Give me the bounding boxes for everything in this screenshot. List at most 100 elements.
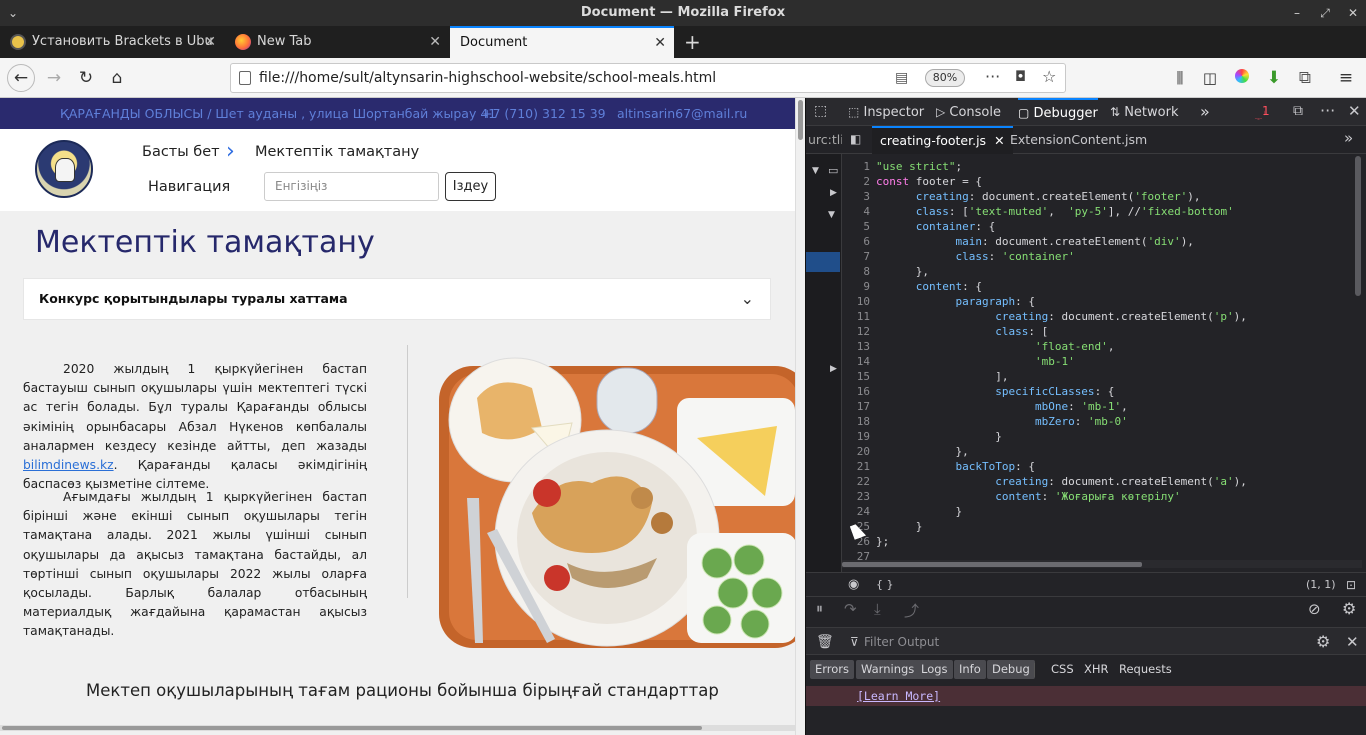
code-line[interactable]: 1 "use strict"; [842,159,1352,174]
bookmark-star-icon[interactable]: ☆ [1042,67,1056,86]
tree-collapse-icon[interactable]: ▶ [830,188,837,198]
filter-info[interactable]: Info [954,660,986,679]
trash-icon[interactable]: 🗑 [816,628,834,656]
dock-side-icon[interactable]: ⧉ [1293,103,1303,119]
selected-source-row[interactable] [806,252,840,272]
code-line[interactable]: 23 content: 'Жоғарыға көтерілу' [842,489,1352,504]
extension-color-icon[interactable] [1230,66,1254,90]
close-window-icon[interactable]: ✕ [1342,0,1364,26]
code-line[interactable]: 12 class: [ [842,324,1352,339]
reload-icon[interactable]: ↻ [74,66,98,90]
screenshot-icon[interactable]: ⧉ [1293,66,1317,90]
home-icon[interactable]: ⌂ [105,66,129,90]
window-menu-icon[interactable]: ⌄ [2,0,24,26]
sidebar-icon[interactable]: ◫ [1198,66,1222,90]
code-line[interactable]: 18 mbZero: 'mb-0' [842,414,1352,429]
pocket-icon[interactable]: ◘ [1015,69,1026,85]
close-tab-icon[interactable]: ✕ [204,26,216,58]
hamburger-menu-icon[interactable]: ≡ [1334,66,1358,90]
code-line[interactable]: 14 'mb-1' [842,354,1352,369]
url-bar[interactable]: file:///home/sult/altynsarin-highschool-… [230,63,1066,93]
code-line[interactable]: 8 }, [842,264,1352,279]
learn-more-link[interactable]: [Learn More] [857,686,940,706]
step-out-icon[interactable]: ⤴ [904,600,919,621]
code-line[interactable]: 17 mbOne: 'mb-1', [842,399,1352,414]
line-number[interactable]: 10 [842,294,870,309]
chevron-down-icon[interactable]: ⌄ [741,279,754,319]
search-button[interactable]: Іздеу [445,172,496,201]
filter-logs[interactable]: Logs [916,660,953,679]
deactivate-breakpoints-icon[interactable]: ⊘ [1308,600,1321,618]
line-number[interactable]: 13 [842,339,870,354]
close-tab-icon[interactable]: ✕ [429,26,441,58]
line-number[interactable]: 12 [842,324,870,339]
email-link[interactable]: altinsarin67@mail.ru [617,98,747,129]
line-number[interactable]: 18 [842,414,870,429]
code-line[interactable]: 9 content: { [842,279,1352,294]
tab-new-tab[interactable]: New Tab ✕ [225,26,449,58]
code-vertical-scrollbar[interactable] [1354,156,1363,556]
close-console-icon[interactable]: ✕ [1346,628,1359,656]
line-number[interactable]: 6 [842,234,870,249]
filter-errors[interactable]: Errors [810,660,855,679]
accordion-header[interactable]: Конкурс қорытындылары туралы хаттама ⌄ [23,278,771,320]
filter-requests[interactable]: Requests [1114,660,1177,679]
reader-view-icon[interactable]: ▤ [895,70,908,86]
line-number[interactable]: 16 [842,384,870,399]
tab-debugger[interactable]: ▢ Debugger [1018,98,1098,126]
school-logo[interactable] [35,140,93,198]
line-number[interactable]: 24 [842,504,870,519]
step-in-icon[interactable]: ⤓ [874,600,881,618]
pause-icon[interactable]: ⏸ [816,601,823,617]
page-vertical-scrollbar[interactable] [795,98,805,735]
tab-brackets[interactable]: Установить Brackets в Ubu ✕ [0,26,224,58]
code-line[interactable]: 4 class: ['text-muted', 'py-5'], //'fixe… [842,204,1352,219]
filter-warnings[interactable]: Warnings [856,660,920,679]
line-number[interactable]: 8 [842,264,870,279]
line-number[interactable]: 23 [842,489,870,504]
code-line[interactable]: 3 creating: document.createElement('foot… [842,189,1352,204]
code-line[interactable]: 19 } [842,429,1352,444]
close-file-tab-icon[interactable]: ✕ [994,133,1004,148]
code-line[interactable]: 16 specificCLasses: { [842,384,1352,399]
line-number[interactable]: 4 [842,204,870,219]
code-line[interactable]: 13 'float-end', [842,339,1352,354]
code-line[interactable]: 22 creating: document.createElement('a')… [842,474,1352,489]
filter-debug[interactable]: Debug [987,660,1035,679]
line-number[interactable]: 15 [842,369,870,384]
close-devtools-icon[interactable]: ✕ [1348,102,1361,120]
page-info-icon[interactable] [239,71,251,85]
code-horizontal-scrollbar[interactable] [842,560,1362,568]
address-link[interactable]: ҚАРАҒАНДЫ ОБЛЫСЫ / Шет ауданы , улица Шо… [60,98,496,129]
minimize-icon[interactable]: – [1286,0,1308,26]
maximize-icon[interactable]: ⤢ [1314,0,1336,26]
code-line[interactable]: 5 container: { [842,219,1352,234]
close-tab-icon[interactable]: ✕ [654,28,666,58]
tab-creating-footer-js[interactable]: creating-footer.js ✕ [872,126,1013,154]
bilimdinews-link[interactable]: bilimdinews.kz [23,458,114,472]
code-line[interactable]: 6 main: document.createElement('div'), [842,234,1352,249]
line-number[interactable]: 5 [842,219,870,234]
eye-icon[interactable]: ◉ [848,573,859,597]
back-arrow-icon[interactable]: ← [7,64,35,92]
forward-arrow-icon[interactable]: → [42,66,66,90]
tree-expand-icon[interactable]: ▼ [812,166,819,176]
line-number[interactable]: 22 [842,474,870,489]
more-tabs-icon[interactable]: » [1200,98,1210,126]
line-number[interactable]: 11 [842,309,870,324]
code-line[interactable]: 26}; [842,534,1352,549]
line-number[interactable]: 17 [842,399,870,414]
line-number[interactable]: 21 [842,459,870,474]
line-number[interactable]: 7 [842,249,870,264]
console-settings-gear-icon[interactable]: ⚙ [1316,628,1330,656]
tab-network[interactable]: ⇅ Network [1110,98,1178,126]
pretty-print-button[interactable]: { } [876,573,894,597]
tab-inspector[interactable]: ⬚ Inspector [848,98,924,126]
expand-panes-icon[interactable]: » [1344,129,1353,147]
tab-extensioncontent-jsm[interactable]: ExtensionContent.jsm [1010,126,1147,154]
filter-output-input[interactable]: Filter Output [864,628,939,656]
line-number[interactable]: 1 [842,159,870,174]
tree-collapse-icon[interactable]: ▶ [830,364,837,374]
new-tab-button[interactable]: + [676,26,706,58]
step-over-icon[interactable]: ↷ [844,600,857,618]
